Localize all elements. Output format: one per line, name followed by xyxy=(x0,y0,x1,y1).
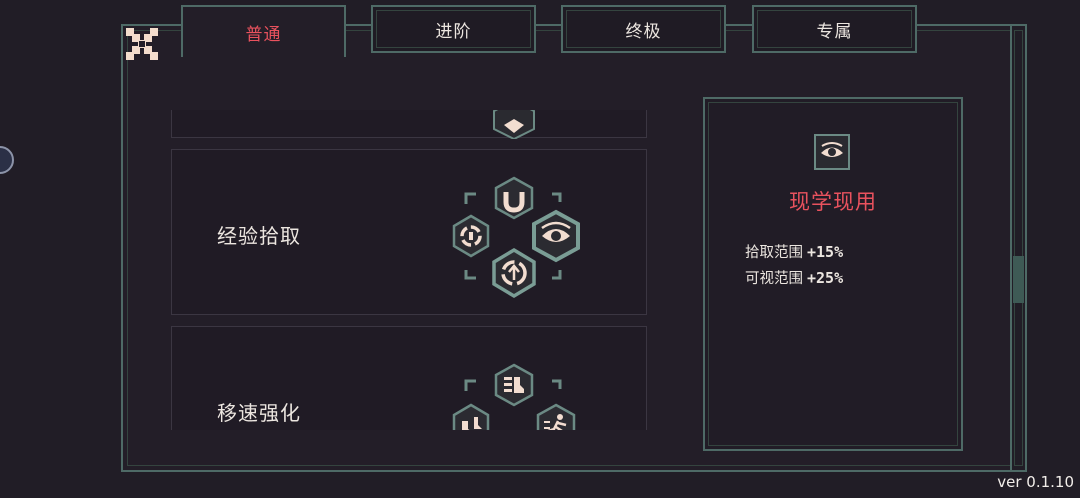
skill-card[interactable]: 移速强化 xyxy=(171,326,647,430)
tab-advanced[interactable]: 进阶 xyxy=(371,5,536,53)
tab-ultimate[interactable]: 终极 xyxy=(561,5,726,53)
arrow-up-cycle-icon xyxy=(492,247,536,299)
detail-icon-frame xyxy=(814,134,850,170)
version-label: ver 0.1.10 xyxy=(997,473,1074,491)
stat-row: 拾取范围 +15% xyxy=(745,241,843,262)
tab-label: 专属 xyxy=(816,21,853,42)
stat-label: 拾取范围 xyxy=(745,245,803,261)
skill-tree xyxy=(452,176,580,299)
eye-icon xyxy=(532,209,580,263)
skill-title: 移速强化 xyxy=(217,401,301,425)
skill-list[interactable]: 经验拾取 移速强化 xyxy=(171,110,647,430)
arrow-icon xyxy=(552,379,562,389)
arrow-icon xyxy=(464,192,476,204)
close-button[interactable] xyxy=(124,26,160,62)
tab-label: 普通 xyxy=(245,24,282,45)
magnet-icon xyxy=(494,176,534,220)
detail-title: 现学现用 xyxy=(789,190,877,214)
runner-icon xyxy=(536,403,576,430)
skill-title: 经验拾取 xyxy=(217,224,301,248)
tab-label: 终极 xyxy=(625,21,662,42)
shield-icon xyxy=(493,110,535,139)
arrow-icon xyxy=(464,270,476,280)
scrollbar-track xyxy=(1014,30,1023,466)
skill-card[interactable] xyxy=(171,110,647,139)
scrollbar-thumb[interactable] xyxy=(1013,255,1024,303)
tab-label: 进阶 xyxy=(435,21,472,42)
close-x-icon xyxy=(126,28,158,60)
skill-tree xyxy=(452,363,576,430)
stat-value: +15% xyxy=(807,243,844,261)
tab-exclusive[interactable]: 专属 xyxy=(752,5,917,53)
arrow-icon xyxy=(464,379,476,391)
stat-value: +25% xyxy=(807,269,844,287)
stat-label: 可视范围 xyxy=(745,271,803,287)
arrow-icon xyxy=(552,270,562,280)
tab-normal[interactable]: 普通 xyxy=(181,5,346,57)
edge-indicator[interactable] xyxy=(0,146,14,174)
skill-card[interactable]: 经验拾取 xyxy=(171,149,647,315)
boots-icon xyxy=(494,363,534,407)
arrow-icon xyxy=(552,192,562,202)
eye-icon xyxy=(821,142,843,157)
orbit-icon xyxy=(452,214,490,258)
stat-row: 可视范围 +25% xyxy=(745,267,843,288)
running-boots-icon xyxy=(452,403,490,430)
